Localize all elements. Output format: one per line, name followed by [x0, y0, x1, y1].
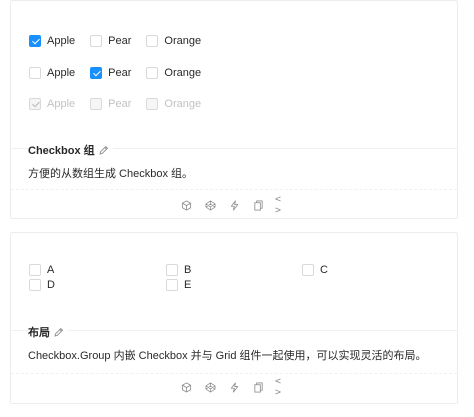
checkbox-box[interactable]	[29, 67, 41, 79]
checkbox-label: Pear	[108, 67, 132, 79]
riddle-icon[interactable]	[227, 380, 241, 394]
checkbox-pear[interactable]: Pear	[90, 35, 131, 47]
demo-card-checkbox-group: Apple Pear Orange Apple Pear Orange Appl…	[10, 0, 458, 219]
checkbox-box[interactable]	[166, 279, 178, 291]
checkbox-orange[interactable]: Orange	[146, 35, 201, 47]
demo-title-text: 布局	[28, 327, 50, 339]
checkbox-label: Orange	[164, 35, 202, 47]
codesandbox-icon[interactable]	[179, 198, 193, 212]
checkbox-box	[90, 98, 103, 110]
meta-divider	[11, 330, 457, 331]
checkbox-box[interactable]	[29, 279, 41, 291]
checkbox-b[interactable]: B	[166, 264, 191, 276]
checkbox-c[interactable]: C	[302, 264, 328, 276]
checkbox-box[interactable]	[146, 35, 159, 47]
checkbox-apple[interactable]: Apple	[29, 67, 75, 79]
demo-title-text: Checkbox 组	[28, 145, 95, 157]
checkbox-label: Pear	[108, 35, 132, 47]
checkbox-label: Pear	[108, 98, 132, 110]
checkbox-label: B	[184, 264, 192, 276]
checkbox-label: E	[184, 279, 192, 291]
checkbox-a[interactable]: A	[29, 264, 54, 276]
checkbox-orange[interactable]: Orange	[146, 67, 201, 79]
checkbox-group-row-3-disabled: Apple Pear Orange	[29, 96, 216, 112]
checkbox-label: A	[47, 264, 55, 276]
demo-description: Checkbox.Group 内嵌 Checkbox 并与 Grid 组件一起使…	[28, 350, 427, 362]
checkbox-d[interactable]: D	[29, 279, 55, 291]
checkbox-label: Orange	[164, 98, 202, 110]
demo-title: 布局	[28, 324, 68, 340]
codepen-icon[interactable]	[203, 380, 217, 394]
checkbox-group-row-1: Apple Pear Orange	[29, 33, 216, 49]
demo-actions: < >	[11, 376, 457, 398]
copy-icon[interactable]	[251, 380, 265, 394]
edit-icon[interactable]	[99, 145, 109, 155]
riddle-icon[interactable]	[227, 198, 241, 212]
code-expand-icon[interactable]: < >	[275, 194, 289, 216]
checkbox-label: Apple	[47, 35, 76, 47]
checkbox-label: Apple	[47, 67, 76, 79]
code-expand-icon[interactable]: < >	[275, 376, 289, 398]
checkbox-box	[146, 98, 159, 110]
checkbox-apple-disabled: Apple	[29, 98, 75, 110]
checkbox-label: Orange	[164, 67, 202, 79]
demo-card-layout: A B C D E 布局 Checkbox.Group 内嵌 Checkbox …	[10, 232, 458, 404]
demo-description: 方便的从数组生成 Checkbox 组。	[28, 168, 194, 180]
checkbox-label: Apple	[47, 98, 76, 110]
checkbox-box[interactable]	[90, 35, 103, 47]
checkbox-box[interactable]	[146, 67, 159, 79]
checkbox-orange-disabled: Orange	[146, 98, 201, 110]
checkbox-pear[interactable]: Pear	[90, 67, 131, 79]
edit-icon[interactable]	[54, 327, 64, 337]
checkbox-e[interactable]: E	[166, 279, 191, 291]
checkbox-label: C	[320, 264, 328, 276]
actions-divider	[11, 373, 457, 374]
checkbox-box[interactable]	[29, 35, 41, 47]
checkbox-box[interactable]	[302, 264, 314, 276]
checkbox-pear-disabled: Pear	[90, 98, 131, 110]
checkbox-box[interactable]	[29, 264, 41, 276]
checkbox-box[interactable]	[166, 264, 178, 276]
checkbox-label: D	[47, 279, 55, 291]
checkbox-group-row-2: Apple Pear Orange	[29, 65, 216, 81]
checkbox-box[interactable]	[90, 67, 103, 79]
demo-actions: < >	[11, 194, 457, 216]
codesandbox-icon[interactable]	[179, 380, 193, 394]
checkbox-apple[interactable]: Apple	[29, 35, 75, 47]
demo-title: Checkbox 组	[28, 142, 113, 158]
copy-icon[interactable]	[251, 198, 265, 212]
codepen-icon[interactable]	[203, 198, 217, 212]
checkbox-box	[29, 98, 41, 110]
actions-divider	[11, 189, 457, 190]
